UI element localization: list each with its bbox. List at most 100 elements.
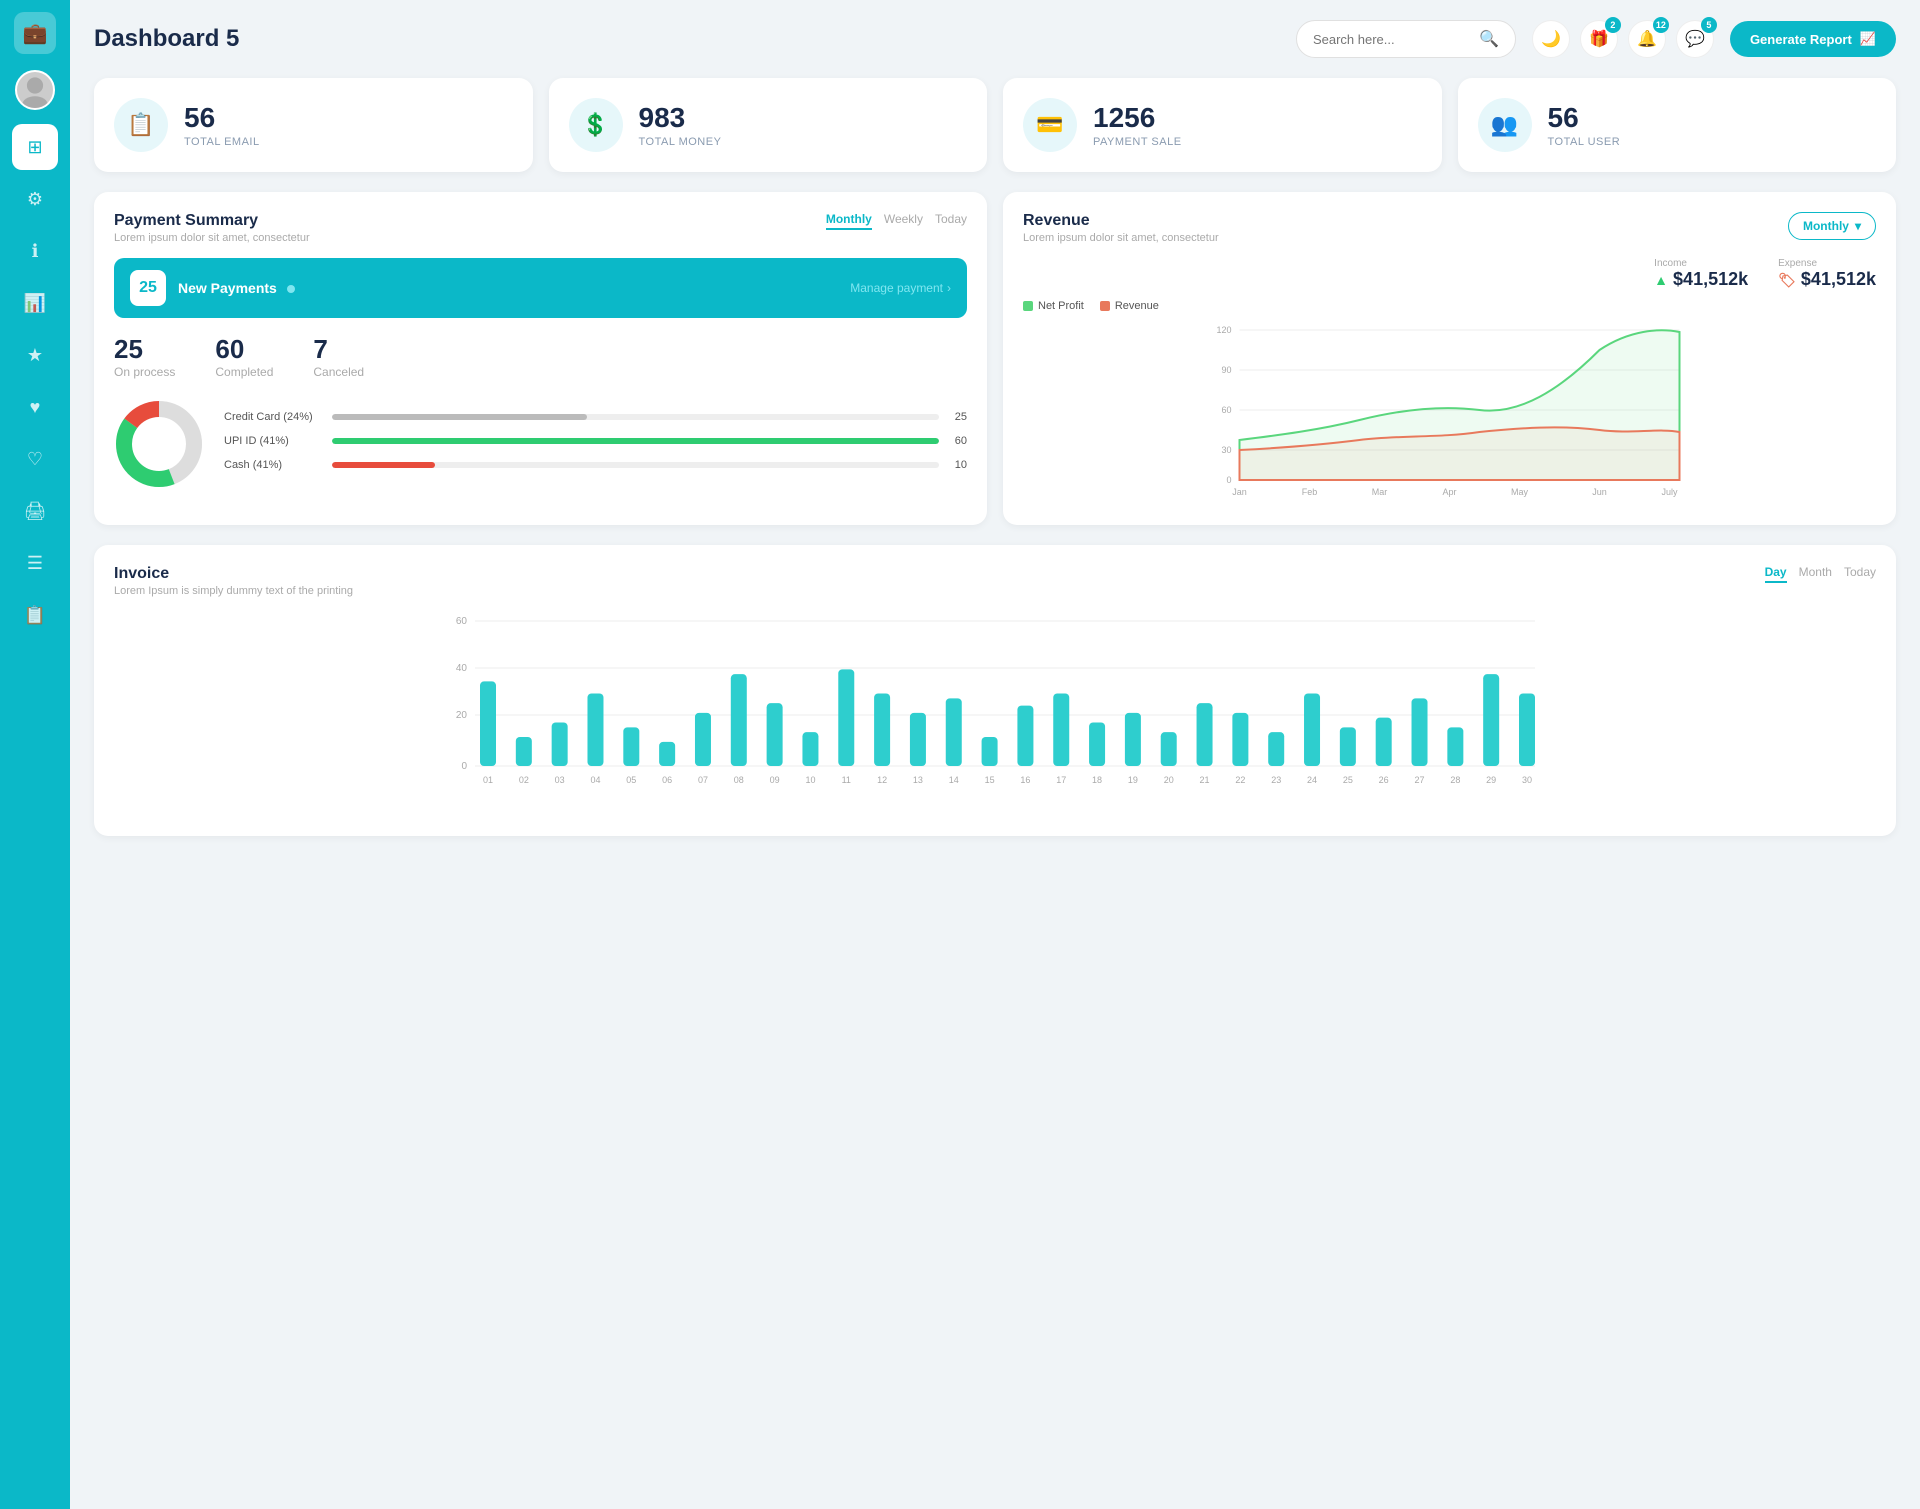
- svg-text:May: May: [1511, 487, 1529, 497]
- invoice-bar: [1017, 706, 1033, 766]
- invoice-title: Invoice: [114, 565, 353, 583]
- sidebar: 💼 ⊞ ⚙ ℹ 📊 ★ ♥ ♡ 🖨 ☰ 📋: [0, 0, 70, 1509]
- sidebar-logo: 💼: [14, 12, 56, 54]
- payment-summary-card: Payment Summary Lorem ipsum dolor sit am…: [94, 192, 987, 525]
- user-value: 56: [1548, 102, 1621, 134]
- chevron-down-icon: ▾: [1855, 219, 1861, 233]
- search-input[interactable]: [1313, 32, 1471, 47]
- invoice-bar-label: 19: [1128, 775, 1138, 785]
- sidebar-item-analytics[interactable]: 📊: [12, 280, 58, 326]
- svg-text:60: 60: [456, 616, 468, 627]
- stat-card-payment: 💳 1256 PAYMENT SALE: [1003, 78, 1442, 172]
- sidebar-item-info[interactable]: ℹ: [12, 228, 58, 274]
- money-label: TOTAL MONEY: [639, 136, 722, 148]
- expense-icon: 🏷: [1778, 272, 1796, 288]
- invoice-bar-label: 12: [877, 775, 887, 785]
- invoice-bar-label: 18: [1092, 775, 1102, 785]
- chart-icon: 📈: [1860, 31, 1876, 47]
- invoice-bar: [802, 732, 818, 766]
- search-icon: 🔍: [1479, 29, 1499, 49]
- generate-report-label: Generate Report: [1750, 32, 1852, 47]
- bar-label-upi: UPI ID (41%): [224, 435, 324, 447]
- sidebar-item-docs[interactable]: 📋: [12, 592, 58, 638]
- invoice-bar: [480, 681, 496, 766]
- stat-completed: 60 Completed: [215, 334, 273, 379]
- sidebar-item-print[interactable]: 🖨: [12, 488, 58, 534]
- svg-text:Jan: Jan: [1232, 487, 1247, 497]
- invoice-bar-label: 30: [1522, 775, 1532, 785]
- invoice-bar: [1483, 674, 1499, 766]
- sidebar-item-star[interactable]: ★: [12, 332, 58, 378]
- invoice-bar-label: 15: [985, 775, 995, 785]
- tab-month[interactable]: Month: [1799, 565, 1832, 583]
- net-profit-dot: [1023, 301, 1033, 311]
- revenue-subtitle: Lorem ipsum dolor sit amet, consectetur: [1023, 232, 1219, 244]
- new-payments-label: New Payments: [178, 280, 295, 296]
- invoice-bar-label: 24: [1307, 775, 1317, 785]
- invoice-bar: [1376, 718, 1392, 766]
- sidebar-item-list[interactable]: ☰: [12, 540, 58, 586]
- invoice-bar-label: 28: [1450, 775, 1460, 785]
- invoice-bar: [1340, 727, 1356, 766]
- gift-badge: 2: [1605, 17, 1621, 33]
- donut-chart: [114, 399, 204, 494]
- user-avatar[interactable]: [15, 70, 55, 110]
- expense-stat: Expense 🏷 $41,512k: [1778, 258, 1876, 290]
- bell-button[interactable]: 🔔12: [1628, 20, 1666, 58]
- invoice-bar-label: 07: [698, 775, 708, 785]
- manage-payment-link[interactable]: Manage payment ›: [850, 281, 951, 295]
- invoice-bar: [1053, 694, 1069, 767]
- sidebar-item-heart[interactable]: ♥: [12, 384, 58, 430]
- email-icon: 📋: [114, 98, 168, 152]
- invoice-bar-label: 10: [805, 775, 815, 785]
- bar-track-credit: [332, 414, 939, 420]
- sidebar-item-settings[interactable]: ⚙: [12, 176, 58, 222]
- generate-report-button[interactable]: Generate Report 📈: [1730, 21, 1896, 57]
- tab-day[interactable]: Day: [1765, 565, 1787, 583]
- user-icon: 👥: [1478, 98, 1532, 152]
- gift-button[interactable]: 🎁2: [1580, 20, 1618, 58]
- invoice-bar-label: 20: [1164, 775, 1174, 785]
- invoice-bar: [767, 703, 783, 766]
- invoice-bar: [587, 694, 603, 767]
- stat-cards: 📋 56 TOTAL EMAIL 💲 983 TOTAL MONEY 💳 125…: [94, 78, 1896, 172]
- bar-track-cash: [332, 462, 939, 468]
- bar-row-upi: UPI ID (41%) 60: [224, 435, 967, 447]
- tab-today[interactable]: Today: [1844, 565, 1876, 583]
- invoice-bar-label: 17: [1056, 775, 1066, 785]
- svg-text:60: 60: [1221, 405, 1231, 415]
- invoice-bar: [1089, 723, 1105, 767]
- invoice-card: Invoice Lorem Ipsum is simply dummy text…: [94, 545, 1896, 836]
- sidebar-item-heart2[interactable]: ♡: [12, 436, 58, 482]
- payment-tabs: Monthly Weekly Today: [826, 212, 967, 230]
- search-box[interactable]: 🔍: [1296, 20, 1516, 58]
- bar-fill-credit: [332, 414, 587, 420]
- chat-badge: 5: [1701, 17, 1717, 33]
- chat-button[interactable]: 💬5: [1676, 20, 1714, 58]
- invoice-bar: [1304, 694, 1320, 767]
- invoice-bar: [1412, 698, 1428, 766]
- tab-weekly[interactable]: Weekly: [884, 212, 923, 230]
- invoice-bar: [838, 669, 854, 766]
- svg-text:Feb: Feb: [1302, 487, 1318, 497]
- invoice-bar-label: 16: [1020, 775, 1030, 785]
- invoice-bar: [552, 723, 568, 767]
- invoice-header: Invoice Lorem Ipsum is simply dummy text…: [114, 565, 1876, 597]
- chevron-right-icon: ›: [947, 281, 951, 295]
- revenue-monthly-dropdown[interactable]: Monthly ▾: [1788, 212, 1876, 240]
- main-content: Dashboard 5 🔍 🌙 🎁2 🔔12 💬5 Generate Repor…: [70, 0, 1920, 1509]
- payment-count-badge: 25: [130, 270, 166, 306]
- invoice-bar-label: 22: [1235, 775, 1245, 785]
- page-title: Dashboard 5: [94, 25, 1280, 53]
- header: Dashboard 5 🔍 🌙 🎁2 🔔12 💬5 Generate Repor…: [94, 20, 1896, 58]
- payment-bars: Credit Card (24%) 25 UPI ID (41%) 60: [224, 411, 967, 483]
- new-payments-bar: 25 New Payments Manage payment ›: [114, 258, 967, 318]
- tab-monthly[interactable]: Monthly: [826, 212, 872, 230]
- sidebar-item-dashboard[interactable]: ⊞: [12, 124, 58, 170]
- moon-button[interactable]: 🌙: [1532, 20, 1570, 58]
- svg-text:0: 0: [461, 761, 467, 772]
- tab-today[interactable]: Today: [935, 212, 967, 230]
- invoice-bar-label: 01: [483, 775, 493, 785]
- bar-row-cash: Cash (41%) 10: [224, 459, 967, 471]
- svg-text:0: 0: [1226, 475, 1231, 485]
